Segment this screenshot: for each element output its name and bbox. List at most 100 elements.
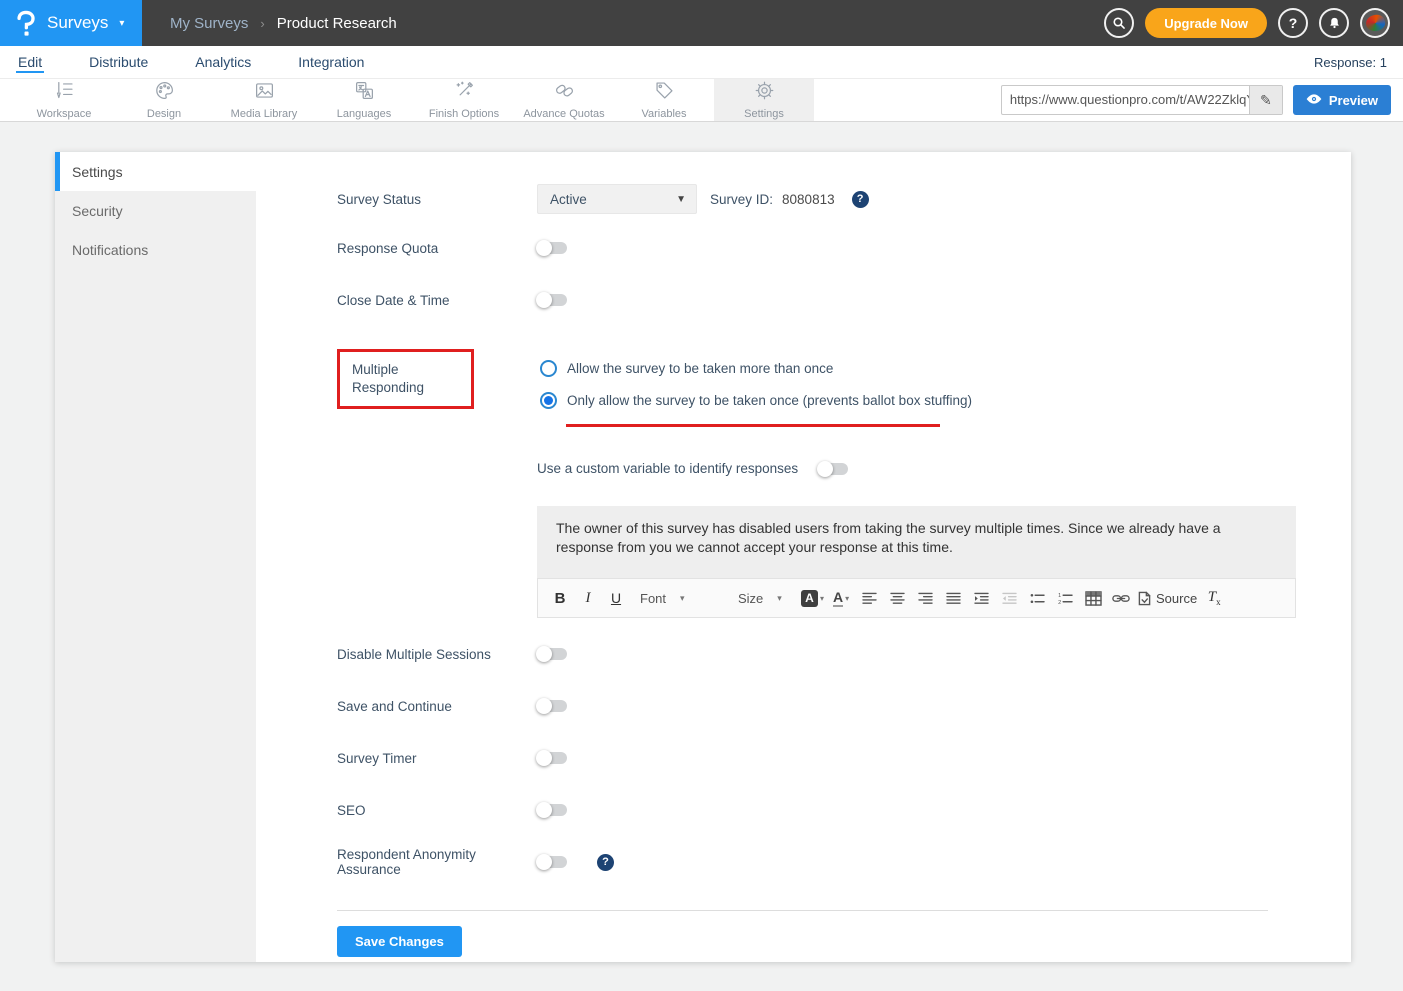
survey-id-help-icon[interactable]: ? (852, 191, 869, 208)
eye-icon (1306, 93, 1322, 108)
disabled-message-editor: The owner of this survey has disabled us… (537, 506, 1296, 618)
underline-button[interactable]: U (605, 586, 627, 610)
languages-icon (354, 80, 375, 106)
preview-label: Preview (1329, 93, 1378, 108)
remove-format-icon: Tx (1208, 589, 1221, 607)
custom-variable-label: Use a custom variable to identify respon… (537, 461, 798, 476)
background-color-button[interactable]: A ▾ (801, 586, 824, 610)
disable-sessions-row: Disable Multiple Sessions (337, 644, 1351, 664)
toolbar-item-media-library[interactable]: Media Library (214, 79, 314, 121)
radio-option-multiple-allowed[interactable]: Allow the survey to be taken more than o… (540, 360, 972, 377)
response-quota-toggle[interactable] (537, 242, 567, 254)
insert-table-button[interactable] (1082, 586, 1104, 610)
custom-variable-row: Use a custom variable to identify respon… (537, 461, 1351, 476)
svg-text:1: 1 (1058, 593, 1061, 599)
response-count[interactable]: Response: 1 (1314, 55, 1387, 70)
align-left-button[interactable] (858, 586, 880, 610)
tab-analytics[interactable]: Analytics (193, 46, 253, 78)
seo-row: SEO (337, 800, 1351, 820)
survey-id-value: 8080813 (782, 192, 835, 207)
search-icon[interactable] (1104, 8, 1134, 38)
seo-toggle[interactable] (537, 804, 567, 816)
top-header: Surveys ▾ My Surveys › Product Research … (0, 0, 1403, 46)
preview-button[interactable]: Preview (1293, 85, 1391, 115)
align-right-button[interactable] (914, 586, 936, 610)
product-dropdown-caret-icon: ▾ (119, 18, 124, 29)
multiple-responding-section: Multiple Responding Allow the survey to … (337, 349, 1351, 427)
italic-button[interactable]: I (577, 586, 599, 610)
toolbar-item-finish-options[interactable]: Finish Options (414, 79, 514, 121)
save-continue-row: Save and Continue (337, 696, 1351, 716)
toggle-knob (536, 292, 552, 308)
text-color-button[interactable]: A ▾ (830, 586, 852, 610)
survey-url-field[interactable]: https://www.questionpro.com/t/AW22ZklqY … (1001, 85, 1283, 115)
settings-panel: Settings Security Notifications Survey S… (55, 152, 1351, 962)
sidebar-item-settings[interactable]: Settings (55, 152, 256, 191)
toolbar-item-label: Finish Options (429, 108, 499, 120)
numbered-list-button[interactable]: 12 (1054, 586, 1076, 610)
toggle-knob (536, 646, 552, 662)
radio-checked-icon[interactable] (540, 392, 557, 409)
disable-sessions-toggle[interactable] (537, 648, 567, 660)
toggle-knob (817, 461, 833, 477)
user-avatar[interactable] (1360, 8, 1390, 38)
sidebar-item-notifications[interactable]: Notifications (55, 230, 256, 269)
svg-text:2: 2 (1058, 600, 1061, 605)
toolbar-item-variables[interactable]: Variables (614, 79, 714, 121)
notifications-bell-icon[interactable] (1319, 8, 1349, 38)
tab-edit[interactable]: Edit (16, 46, 44, 78)
toolbar-item-label: Design (147, 108, 181, 120)
close-date-label: Close Date & Time (337, 293, 537, 308)
upgrade-now-button[interactable]: Upgrade Now (1145, 8, 1267, 38)
decrease-indent-button[interactable] (998, 586, 1020, 610)
insert-link-icon[interactable] (1110, 586, 1132, 610)
tab-distribute[interactable]: Distribute (87, 46, 150, 78)
close-date-toggle[interactable] (537, 294, 567, 306)
help-icon[interactable]: ? (1278, 8, 1308, 38)
size-dropdown[interactable]: Size ▾ (738, 591, 790, 606)
remove-format-button[interactable]: Tx (1203, 586, 1225, 610)
radio-unchecked-icon[interactable] (540, 360, 557, 377)
align-justify-button[interactable] (942, 586, 964, 610)
source-label: Source (1156, 591, 1197, 606)
breadcrumb: My Surveys › Product Research (170, 0, 397, 46)
text-color-icon: A (833, 590, 843, 607)
anonymity-label: Respondent Anonymity Assurance (337, 847, 537, 877)
bold-button[interactable]: B (549, 586, 571, 610)
toolbar-item-advance-quotas[interactable]: Advance Quotas (514, 79, 614, 121)
breadcrumb-parent[interactable]: My Surveys (170, 15, 248, 32)
survey-url-value[interactable]: https://www.questionpro.com/t/AW22ZklqY (1002, 86, 1249, 114)
save-continue-toggle[interactable] (537, 700, 567, 712)
radio-option-once-only[interactable]: Only allow the survey to be taken once (… (540, 392, 972, 409)
bulleted-list-button[interactable] (1026, 586, 1048, 610)
toolbar-item-settings[interactable]: Settings (714, 79, 814, 121)
source-button[interactable]: Source (1138, 586, 1197, 610)
workspace-icon (54, 80, 75, 106)
brand-block[interactable]: Surveys ▾ (0, 0, 142, 46)
variables-icon (654, 80, 675, 106)
increase-indent-button[interactable] (970, 586, 992, 610)
toolbar-item-workspace[interactable]: Workspace (14, 79, 114, 121)
background-color-icon: A (801, 590, 818, 607)
survey-timer-toggle[interactable] (537, 752, 567, 764)
toolbar-item-design[interactable]: Design (114, 79, 214, 121)
advance-quotas-icon (554, 80, 575, 106)
editor-toolbar: B I U Font ▾ Size ▾ A ▾ A ▾ (537, 578, 1296, 618)
multiple-responding-options: Allow the survey to be taken more than o… (540, 349, 972, 427)
sidebar-item-security[interactable]: Security (55, 191, 256, 230)
align-center-button[interactable] (886, 586, 908, 610)
font-dropdown[interactable]: Font ▾ (640, 591, 724, 606)
chevron-down-icon: ▼ (676, 194, 686, 205)
toolbar-item-languages[interactable]: Languages (314, 79, 414, 121)
edit-url-pencil-icon[interactable]: ✎ (1249, 86, 1282, 114)
anonymity-help-icon[interactable]: ? (597, 854, 614, 871)
anonymity-toggle[interactable] (537, 856, 567, 868)
chevron-down-icon: ▾ (777, 593, 782, 604)
save-changes-button[interactable]: Save Changes (337, 926, 462, 957)
tab-integration[interactable]: Integration (296, 46, 366, 78)
custom-variable-toggle[interactable] (818, 463, 848, 475)
breadcrumb-current: Product Research (277, 15, 397, 32)
survey-status-select[interactable]: Active ▼ (537, 184, 697, 214)
editor-message-area[interactable]: The owner of this survey has disabled us… (537, 506, 1296, 578)
survey-id-label: Survey ID: (710, 192, 773, 207)
